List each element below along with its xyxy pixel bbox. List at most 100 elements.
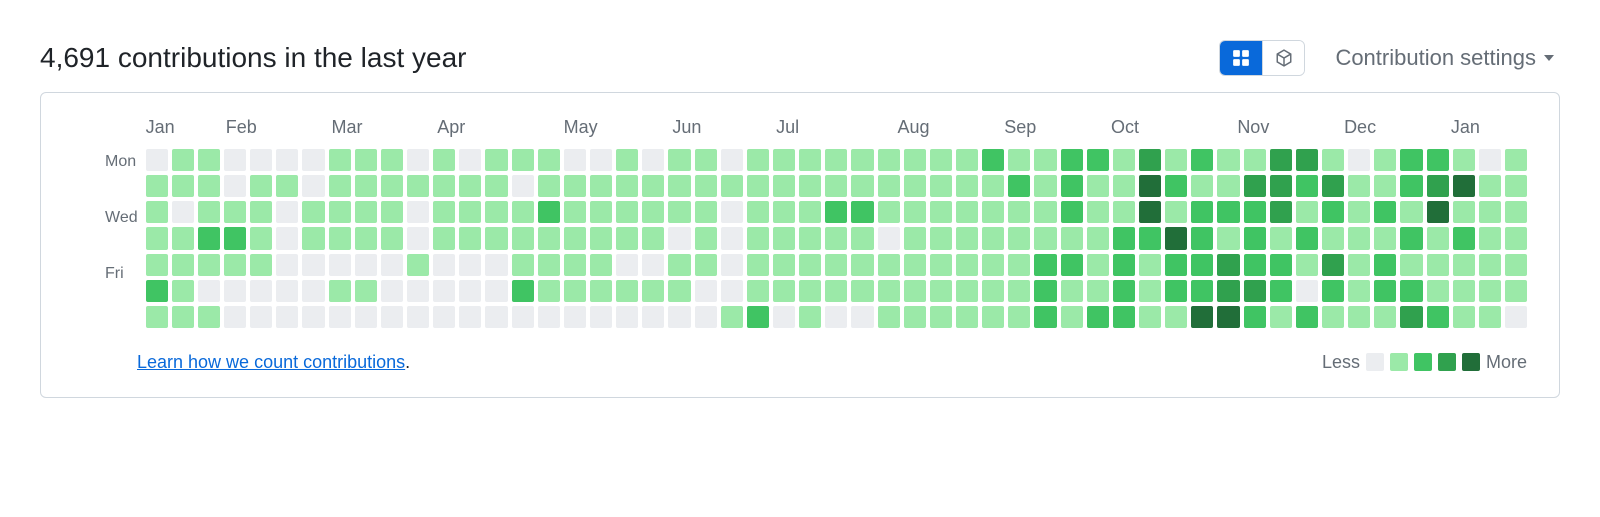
contribution-cell[interactable] — [381, 254, 403, 276]
contribution-cell[interactable] — [198, 280, 220, 302]
contribution-cell[interactable] — [407, 175, 429, 197]
contribution-cell[interactable] — [276, 306, 298, 328]
contribution-cell[interactable] — [485, 175, 507, 197]
contribution-cell[interactable] — [982, 149, 1004, 171]
contribution-cell[interactable] — [930, 175, 952, 197]
contribution-cell[interactable] — [1008, 227, 1030, 249]
contribution-cell[interactable] — [250, 254, 272, 276]
contribution-cell[interactable] — [407, 201, 429, 223]
contribution-cell[interactable] — [1244, 175, 1266, 197]
contribution-cell[interactable] — [1139, 149, 1161, 171]
contribution-cell[interactable] — [1034, 175, 1056, 197]
contribution-cell[interactable] — [276, 254, 298, 276]
contribution-cell[interactable] — [1479, 227, 1501, 249]
contribution-cell[interactable] — [878, 175, 900, 197]
contribution-cell[interactable] — [590, 254, 612, 276]
contribution-cell[interactable] — [1453, 149, 1475, 171]
contribution-cell[interactable] — [1296, 175, 1318, 197]
contribution-cell[interactable] — [1270, 227, 1292, 249]
contribution-cell[interactable] — [302, 254, 324, 276]
contribution-cell[interactable] — [851, 227, 873, 249]
contribution-cell[interactable] — [1191, 149, 1213, 171]
contribution-cell[interactable] — [250, 149, 272, 171]
contribution-cell[interactable] — [982, 280, 1004, 302]
contribution-cell[interactable] — [564, 227, 586, 249]
contribution-cell[interactable] — [668, 254, 690, 276]
contribution-cell[interactable] — [459, 254, 481, 276]
contribution-cell[interactable] — [1453, 175, 1475, 197]
contribution-cell[interactable] — [1008, 306, 1030, 328]
contribution-cell[interactable] — [878, 306, 900, 328]
contribution-cell[interactable] — [747, 227, 769, 249]
contribution-cell[interactable] — [381, 306, 403, 328]
contribution-cell[interactable] — [1244, 280, 1266, 302]
contribution-cell[interactable] — [146, 306, 168, 328]
contribution-cell[interactable] — [930, 280, 952, 302]
contribution-cell[interactable] — [198, 227, 220, 249]
contribution-cell[interactable] — [825, 280, 847, 302]
contribution-cell[interactable] — [276, 149, 298, 171]
contribution-cell[interactable] — [250, 227, 272, 249]
contribution-cell[interactable] — [512, 227, 534, 249]
contribution-cell[interactable] — [276, 227, 298, 249]
contribution-cell[interactable] — [355, 227, 377, 249]
contribution-cell[interactable] — [1087, 254, 1109, 276]
contribution-cell[interactable] — [407, 306, 429, 328]
contribution-cell[interactable] — [695, 175, 717, 197]
contribution-cell[interactable] — [198, 306, 220, 328]
contribution-cell[interactable] — [956, 227, 978, 249]
contribution-cell[interactable] — [904, 149, 926, 171]
contribution-cell[interactable] — [146, 175, 168, 197]
contribution-cell[interactable] — [825, 306, 847, 328]
contribution-cell[interactable] — [956, 306, 978, 328]
contribution-cell[interactable] — [538, 306, 560, 328]
contribution-cell[interactable] — [1165, 280, 1187, 302]
contribution-cell[interactable] — [930, 227, 952, 249]
contribution-cell[interactable] — [329, 306, 351, 328]
contribution-cell[interactable] — [224, 149, 246, 171]
contribution-cell[interactable] — [407, 254, 429, 276]
contribution-cell[interactable] — [773, 306, 795, 328]
contribution-cell[interactable] — [1034, 254, 1056, 276]
contribution-cell[interactable] — [1034, 149, 1056, 171]
contribution-cell[interactable] — [721, 306, 743, 328]
contribution-cell[interactable] — [904, 306, 926, 328]
contribution-cell[interactable] — [224, 201, 246, 223]
contribution-cell[interactable] — [668, 227, 690, 249]
contribution-cell[interactable] — [538, 254, 560, 276]
contribution-cell[interactable] — [1087, 227, 1109, 249]
contribution-cell[interactable] — [799, 149, 821, 171]
contribution-cell[interactable] — [930, 149, 952, 171]
contribution-cell[interactable] — [747, 149, 769, 171]
contribution-cell[interactable] — [1400, 175, 1422, 197]
contribution-cell[interactable] — [172, 149, 194, 171]
contribution-cell[interactable] — [538, 201, 560, 223]
contribution-cell[interactable] — [616, 254, 638, 276]
contribution-cell[interactable] — [485, 201, 507, 223]
contribution-cell[interactable] — [355, 149, 377, 171]
contribution-cell[interactable] — [721, 201, 743, 223]
contribution-cell[interactable] — [1348, 175, 1370, 197]
contribution-cell[interactable] — [1165, 149, 1187, 171]
contribution-cell[interactable] — [355, 175, 377, 197]
contribution-cell[interactable] — [381, 227, 403, 249]
contribution-cell[interactable] — [1348, 254, 1370, 276]
contribution-cell[interactable] — [1008, 149, 1030, 171]
contribution-cell[interactable] — [564, 306, 586, 328]
contribution-cell[interactable] — [851, 280, 873, 302]
contribution-cell[interactable] — [1008, 201, 1030, 223]
contribution-cell[interactable] — [1244, 254, 1266, 276]
contribution-cell[interactable] — [172, 201, 194, 223]
contribution-cell[interactable] — [1061, 149, 1083, 171]
contribution-cell[interactable] — [642, 227, 664, 249]
cube-view-button[interactable] — [1262, 41, 1304, 75]
contribution-cell[interactable] — [851, 149, 873, 171]
contribution-cell[interactable] — [799, 280, 821, 302]
contribution-cell[interactable] — [329, 280, 351, 302]
contribution-cell[interactable] — [878, 254, 900, 276]
contribution-cell[interactable] — [956, 175, 978, 197]
contribution-cell[interactable] — [1139, 280, 1161, 302]
contribution-cell[interactable] — [642, 149, 664, 171]
contribution-cell[interactable] — [433, 227, 455, 249]
contribution-cell[interactable] — [564, 280, 586, 302]
